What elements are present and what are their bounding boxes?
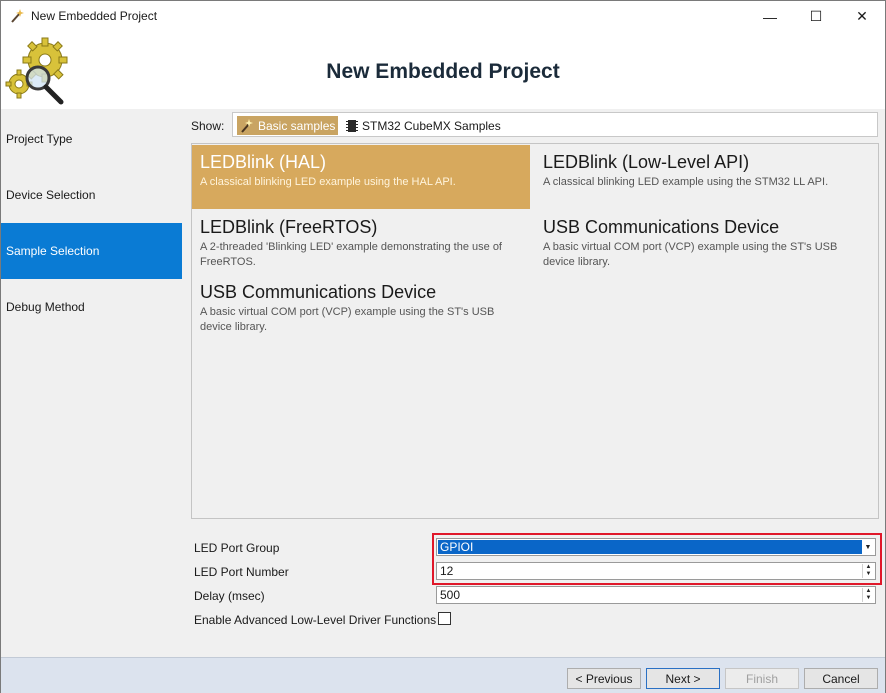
enable-ll-label: Enable Advanced Low-Level Driver Functio… [194,613,437,627]
sample-title: LEDBlink (HAL) [200,152,327,172]
minimize-icon: — [763,8,777,25]
finish-button[interactable]: Finish [725,668,799,689]
wizard-window: New Embedded Project — ☐ ✕ New Embedded … [0,0,886,693]
led-port-group-label: LED Port Group [194,541,280,555]
sample-title: LEDBlink (Low-Level API) [543,152,750,172]
close-button[interactable]: ✕ [839,1,885,32]
sample-description: A 2-threaded 'Blinking LED' example demo… [200,241,502,268]
enable-ll-checkbox[interactable] [438,612,451,625]
basic-samples-label: Basic samples [258,118,336,133]
previous-button[interactable]: < Previous [567,668,641,689]
show-label: Show: [191,119,225,133]
arrow-up-icon[interactable]: ▲ [863,588,874,595]
wizard-footer: < Previous Next > Finish Cancel [1,657,885,693]
basic-samples-toggle[interactable]: Basic samples [237,116,339,135]
sidebar-item-device-selection[interactable]: Device Selection [1,167,182,223]
stepper-buttons[interactable]: ▲ ▼ [862,588,874,602]
sample-title: USB Communications Device [543,217,780,237]
sidebar-item-label: Device Selection [6,188,96,202]
sample-description: A basic virtual COM port (VCP) example u… [543,241,838,268]
page-title: New Embedded Project [326,60,560,83]
highlight-box [432,533,882,585]
minimize-button[interactable]: — [747,1,793,32]
next-button[interactable]: Next > [646,668,720,689]
wizard-steps: Project Type Device Selection Sample Sel… [1,109,183,657]
sample-description: A basic virtual COM port (VCP) example u… [200,306,495,333]
sidebar-item-project-type[interactable]: Project Type [1,111,182,167]
samples-list: LEDBlink (HAL) A classical blinking LED … [191,143,879,519]
sample-description: A classical blinking LED example using t… [200,176,456,188]
sample-source-filter: Basic samples STM32 CubeMX Samples [232,112,878,137]
cancel-button[interactable]: Cancel [804,668,878,689]
cubemx-samples-toggle[interactable]: STM32 CubeMX Samples [343,116,504,135]
delay-value: 500 [440,588,461,602]
sample-ledblink-freertos[interactable]: LEDBlink (FreeRTOS) A 2-threaded 'Blinki… [192,210,530,274]
sidebar-item-label: Project Type [6,132,73,146]
title-bar: New Embedded Project — ☐ ✕ [1,1,885,32]
cubemx-samples-label: STM32 CubeMX Samples [362,118,501,133]
arrow-down-icon[interactable]: ▼ [863,595,874,602]
sample-selection-panel: Show: Basic samples STM32 CubeMX Samples [183,109,885,657]
delay-stepper[interactable]: 500 ▲ ▼ [436,586,876,604]
sample-description: A classical blinking LED example using t… [543,176,829,188]
sidebar-item-label: Sample Selection [6,244,100,258]
chip-icon [346,119,358,132]
maximize-button[interactable]: ☐ [793,1,839,32]
close-icon: ✕ [856,8,868,24]
sample-title: LEDBlink (FreeRTOS) [200,217,378,237]
wand-icon [11,9,24,23]
led-port-number-label: LED Port Number [194,565,289,579]
sample-ledblink-hal[interactable]: LEDBlink (HAL) A classical blinking LED … [192,145,530,209]
window-title: New Embedded Project [31,9,158,23]
sample-usb-cdc-2[interactable]: USB Communications Device A basic virtua… [192,275,530,339]
sidebar-item-label: Debug Method [6,300,85,314]
delay-label: Delay (msec) [194,589,265,603]
sidebar-item-debug-method[interactable]: Debug Method [1,279,182,335]
sample-title: USB Communications Device [200,282,437,302]
wizard-header: New Embedded Project [1,32,885,109]
sample-ledblink-ll[interactable]: LEDBlink (Low-Level API) A classical bli… [535,145,873,209]
sample-usb-cdc[interactable]: USB Communications Device A basic virtua… [535,210,873,274]
maximize-icon: ☐ [809,8,823,24]
sidebar-item-sample-selection[interactable]: Sample Selection [1,223,182,279]
wand-icon [241,118,253,133]
